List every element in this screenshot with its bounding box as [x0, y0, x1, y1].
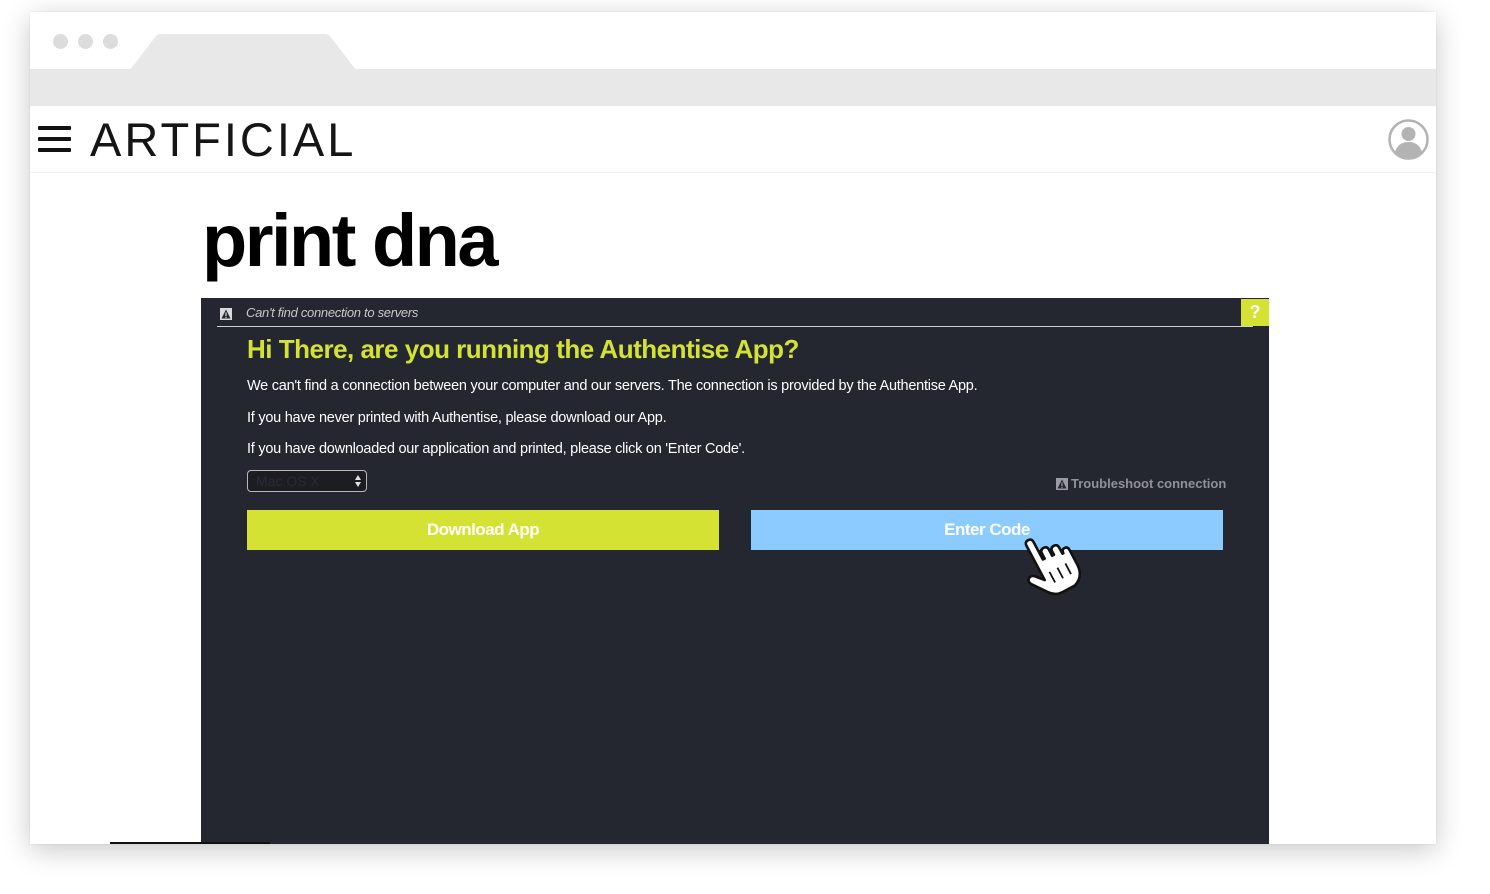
- enter-code-button[interactable]: Enter Code: [751, 510, 1223, 550]
- window-zoom-dot[interactable]: [103, 34, 118, 49]
- divider-line: [110, 842, 270, 844]
- os-select-value: Mac OS X: [256, 473, 320, 489]
- hamburger-menu-icon[interactable]: [38, 126, 71, 152]
- dialog-paragraph: We can't find a connection between your …: [247, 378, 978, 394]
- site-header: ARTFICIAL: [30, 106, 1436, 173]
- brand-logo[interactable]: ARTFICIAL: [90, 115, 356, 165]
- status-message: Can't find connection to servers: [246, 305, 419, 320]
- troubleshoot-label: Troubleshoot connection: [1071, 476, 1227, 491]
- window-close-dot[interactable]: [53, 34, 68, 49]
- browser-window: ARTFICIAL print dna Can't find connectio…: [30, 12, 1436, 844]
- warning-icon: [220, 308, 232, 320]
- status-bar: Can't find connection to servers ?: [217, 298, 1269, 327]
- select-arrows-icon: [355, 475, 361, 487]
- user-avatar-icon[interactable]: [1388, 119, 1429, 160]
- connection-dialog: Can't find connection to servers ? Hi Th…: [201, 298, 1269, 844]
- window-minimize-dot[interactable]: [78, 34, 93, 49]
- warning-icon: [1056, 478, 1068, 490]
- dialog-paragraph: If you have never printed with Authentis…: [247, 410, 667, 426]
- os-select[interactable]: Mac OS X: [247, 470, 367, 492]
- browser-tab[interactable]: [130, 34, 356, 70]
- download-app-button[interactable]: Download App: [247, 510, 719, 550]
- browser-toolbar: [30, 69, 1436, 106]
- page-title: print dna: [202, 199, 499, 282]
- troubleshoot-link[interactable]: Troubleshoot connection: [1054, 476, 1227, 492]
- dialog-heading: Hi There, are you running the Authentise…: [247, 334, 799, 364]
- dialog-paragraph: If you have downloaded our application a…: [247, 441, 745, 457]
- help-button[interactable]: ?: [1241, 299, 1269, 326]
- browser-titlebar: [30, 12, 1436, 70]
